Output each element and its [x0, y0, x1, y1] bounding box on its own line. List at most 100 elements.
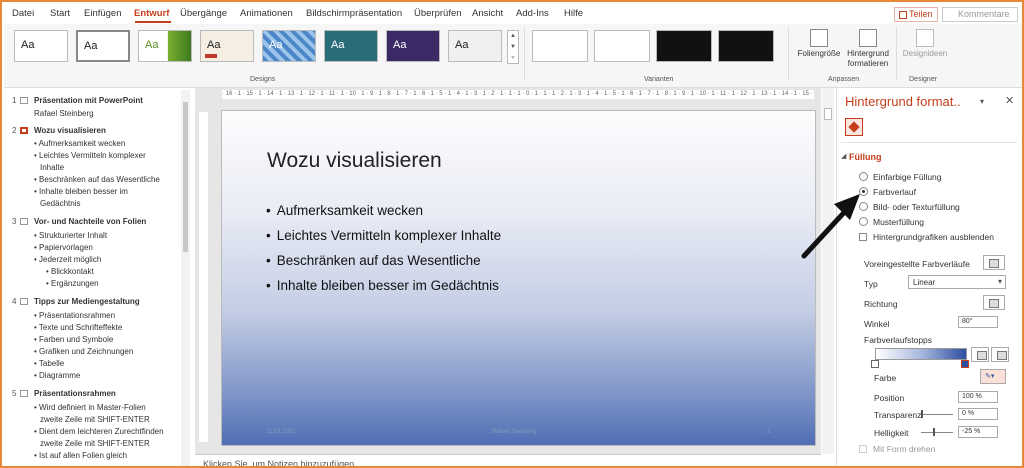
- theme-teal[interactable]: Aa: [324, 30, 378, 62]
- slide-scroll-thumb[interactable]: [824, 108, 832, 120]
- theme-current[interactable]: Aa: [76, 30, 130, 62]
- list-item[interactable]: • Dient dem leichteren Zurechtfinden: [34, 427, 164, 436]
- tab-uebergaenge[interactable]: Übergänge: [180, 8, 227, 19]
- brightness-slider-thumb[interactable]: [933, 428, 935, 436]
- list-item-text: Papiervorlagen: [39, 243, 93, 252]
- slide-bullet[interactable]: Leichtes Vermitteln komplexer Inhalte: [266, 228, 501, 243]
- list-item[interactable]: • Papiervorlagen: [34, 243, 93, 252]
- fill-section-header[interactable]: Füllung: [849, 152, 882, 162]
- theme-ion[interactable]: Aa: [200, 30, 254, 62]
- outline-subtitle[interactable]: Rafael Steinberg: [34, 109, 94, 118]
- position-stepper[interactable]: 100 %: [958, 391, 998, 403]
- list-item[interactable]: • Leichtes Vermitteln komplexer: [34, 151, 146, 160]
- transparency-slider-thumb[interactable]: [921, 410, 923, 418]
- checkbox-rotate-with-shape[interactable]: [859, 445, 867, 453]
- transparency-stepper[interactable]: 0 %: [958, 408, 998, 420]
- fill-bucket-icon[interactable]: [845, 118, 863, 136]
- radio-solid-fill[interactable]: [859, 172, 868, 181]
- outline-pane[interactable]: 1 Präsentation mit PowerPoint Rafael Ste…: [4, 88, 194, 466]
- outline-slide-title[interactable]: Wozu visualisieren: [34, 126, 106, 135]
- list-item[interactable]: zweite Zeile mit SHIFT-ENTER: [40, 415, 150, 424]
- list-item[interactable]: • Blickkontakt: [46, 267, 94, 276]
- list-item[interactable]: Gedächtnis: [40, 199, 80, 208]
- list-item[interactable]: • Wird definiert in Master-Folien: [34, 403, 146, 412]
- angle-stepper[interactable]: 80°: [958, 316, 998, 328]
- gradient-stop-1[interactable]: [871, 360, 879, 368]
- tab-hilfe[interactable]: Hilfe: [564, 8, 583, 19]
- list-item[interactable]: • Präsentationsrahmen: [34, 311, 115, 320]
- outline-slide-number: 5: [12, 389, 17, 398]
- designs-scroll[interactable]: ▲ ▼ ▿: [507, 30, 519, 64]
- notes-pane[interactable]: Klicken Sie, um Notizen hinzuzufügen: [195, 454, 821, 466]
- tab-datei[interactable]: Datei: [12, 8, 34, 19]
- label-brightness: Helligkeit: [874, 428, 909, 438]
- color-picker-button[interactable]: ✎▾: [980, 369, 1006, 384]
- theme-facette[interactable]: Aa: [138, 30, 192, 62]
- tab-addins[interactable]: Add-Ins: [516, 8, 549, 19]
- list-item[interactable]: • Tabelle: [34, 359, 64, 368]
- slide-size-button[interactable]: Foliengröße: [796, 29, 842, 59]
- tab-entwurf[interactable]: Entwurf: [134, 8, 169, 19]
- theme-grey[interactable]: Aa: [448, 30, 502, 62]
- list-item[interactable]: • Texte und Schrifteffekte: [34, 323, 122, 332]
- close-icon[interactable]: ✕: [1005, 94, 1014, 107]
- list-item[interactable]: • Farben und Symbole: [34, 335, 113, 344]
- list-item[interactable]: • Strukturierter Inhalt: [34, 231, 107, 240]
- theme-blue-pattern[interactable]: Aa: [262, 30, 316, 62]
- list-item[interactable]: • Inhalte bleiben besser im: [34, 187, 128, 196]
- radio-pattern-fill[interactable]: [859, 217, 868, 226]
- transparency-slider[interactable]: [921, 414, 953, 415]
- collapse-icon[interactable]: ◢: [841, 152, 846, 160]
- variant-4[interactable]: [718, 30, 774, 62]
- share-button[interactable]: Teilen: [894, 7, 938, 22]
- list-item[interactable]: • Aufmerksamkeit wecken: [34, 139, 125, 148]
- format-background-button[interactable]: Hintergrund formatieren: [844, 29, 892, 69]
- outline-slide-title[interactable]: Präsentationsrahmen: [34, 389, 116, 398]
- list-item[interactable]: zweite Zeile mit SHIFT-ENTER: [40, 439, 150, 448]
- tab-animationen[interactable]: Animationen: [240, 8, 293, 19]
- radio-picture-fill[interactable]: [859, 202, 868, 211]
- list-item[interactable]: • Diagramme: [34, 371, 80, 380]
- list-item[interactable]: • Ist auf allen Folien gleich: [34, 451, 127, 460]
- outline-slide-title[interactable]: Vor- und Nachteile von Folien: [34, 217, 146, 226]
- brightness-slider[interactable]: [921, 432, 953, 433]
- tab-ueberpruefen[interactable]: Überprüfen: [414, 8, 462, 19]
- tab-bildschirmpraesentation[interactable]: Bildschirmpräsentation: [306, 8, 402, 19]
- variant-1[interactable]: [532, 30, 588, 62]
- tab-ansicht[interactable]: Ansicht: [472, 8, 503, 19]
- outline-slide-title[interactable]: Präsentation mit PowerPoint: [34, 96, 143, 105]
- brightness-stepper[interactable]: -25 %: [958, 426, 998, 438]
- radio-gradient-fill[interactable]: [859, 187, 868, 196]
- slide-scrollbar[interactable]: [822, 88, 834, 454]
- gradient-stops-bar[interactable]: [875, 348, 967, 360]
- variant-2[interactable]: [594, 30, 650, 62]
- add-stop-icon[interactable]: [971, 347, 989, 362]
- list-item[interactable]: • Ergänzungen: [46, 279, 99, 288]
- direction-button[interactable]: [983, 295, 1005, 310]
- slide-bullet[interactable]: Inhalte bleiben besser im Gedächtnis: [266, 278, 499, 293]
- theme-office[interactable]: Aa: [14, 30, 68, 62]
- theme-purple[interactable]: Aa: [386, 30, 440, 62]
- variant-3[interactable]: [656, 30, 712, 62]
- tab-start[interactable]: Start: [50, 8, 70, 19]
- outline-scroll-thumb[interactable]: [183, 102, 188, 252]
- list-item[interactable]: • Grafiken und Zeichnungen: [34, 347, 133, 356]
- gradient-stop-2[interactable]: [961, 360, 969, 368]
- slide-title[interactable]: Wozu visualisieren: [267, 149, 442, 173]
- checkbox-hide-graphics[interactable]: [859, 233, 867, 241]
- comments-button[interactable]: Kommentare: [942, 7, 1018, 22]
- designer-button[interactable]: Designideen: [900, 29, 950, 59]
- remove-stop-icon[interactable]: [991, 347, 1009, 362]
- slide-bullet[interactable]: Aufmerksamkeit wecken: [266, 203, 423, 218]
- outline-slide-title[interactable]: Tipps zur Mediengestaltung: [34, 297, 140, 306]
- chevron-down-icon[interactable]: ▾: [980, 97, 984, 106]
- preset-gradients-button[interactable]: [983, 255, 1005, 270]
- slide-bullet[interactable]: Beschränken auf das Wesentliche: [266, 253, 481, 268]
- list-item[interactable]: Inhalte: [40, 163, 64, 172]
- slide-canvas[interactable]: Wozu visualisieren Aufmerksamkeit wecken…: [221, 110, 816, 446]
- list-item[interactable]: • Beschränken auf das Wesentliche: [34, 175, 160, 184]
- list-item[interactable]: • Jederzeit möglich: [34, 255, 101, 264]
- tab-einfuegen[interactable]: Einfügen: [84, 8, 122, 19]
- type-dropdown[interactable]: Linear: [908, 275, 1006, 289]
- variants-group-label: Varianten: [644, 76, 674, 83]
